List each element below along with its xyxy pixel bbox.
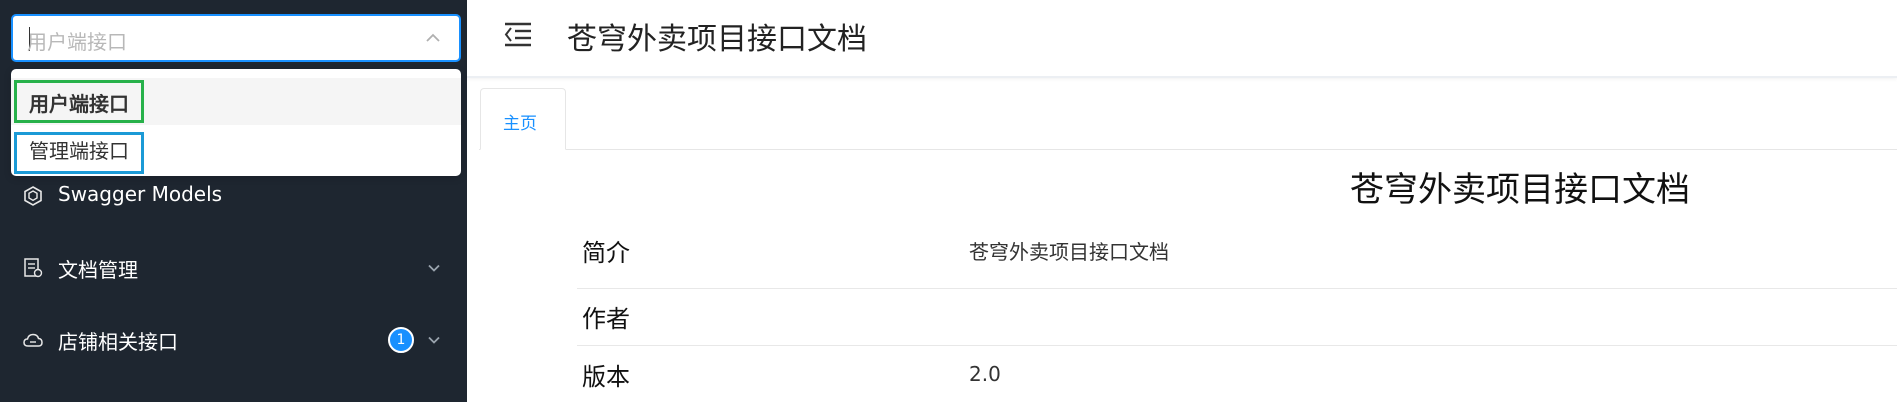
chevron-up-icon[interactable] [423, 28, 443, 48]
sidebar-item-label: Swagger Models [58, 182, 223, 206]
info-label: 简介 [582, 239, 630, 267]
info-row-version: 版本 2.0 [577, 346, 1897, 402]
page-title: 苍穹外卖项目接口文档 [567, 22, 867, 57]
highlight-box-green [14, 80, 144, 123]
sidebar: Swagger Models 文档管理 店铺相关接口 1 用户端接口 用户端接口… [0, 0, 467, 402]
tab-home[interactable]: 主页 [480, 88, 566, 150]
info-value: 苍穹外卖项目接口文档 [969, 240, 1169, 264]
select-placeholder: 用户端接口 [27, 30, 127, 54]
sidebar-item-doc-management[interactable]: 文档管理 [0, 239, 467, 299]
doc-title: 苍穹外卖项目接口文档 [1350, 170, 1690, 210]
info-value: 2.0 [969, 362, 1001, 386]
tab-label: 主页 [503, 114, 537, 134]
document-icon [24, 258, 43, 278]
highlight-box-blue [14, 132, 144, 174]
api-group-select[interactable]: 用户端接口 [11, 14, 461, 62]
api-group-dropdown: 用户端接口 管理端接口 [11, 69, 461, 176]
chevron-down-icon [428, 264, 440, 272]
info-row-author: 作者 [577, 289, 1897, 346]
count-badge: 1 [388, 327, 414, 353]
cloud-icon [23, 333, 43, 347]
sidebar-item-label: 店铺相关接口 [58, 330, 178, 354]
tab-bar: 主页 [479, 88, 1897, 150]
info-row-description: 简介 苍穹外卖项目接口文档 [577, 226, 1897, 289]
top-header: 苍穹外卖项目接口文档 [467, 0, 1897, 78]
menu-fold-icon[interactable] [503, 20, 533, 48]
info-label: 版本 [582, 363, 630, 391]
sidebar-item-label: 文档管理 [58, 258, 138, 282]
cube-icon [24, 186, 42, 206]
info-label: 作者 [582, 305, 630, 333]
chevron-down-icon [428, 336, 440, 344]
sidebar-item-shop-api[interactable]: 店铺相关接口 1 [0, 311, 467, 371]
app-root: Swagger Models 文档管理 店铺相关接口 1 用户端接口 用户端接口… [0, 0, 1897, 402]
sidebar-item-swagger-models[interactable]: Swagger Models [0, 167, 467, 227]
